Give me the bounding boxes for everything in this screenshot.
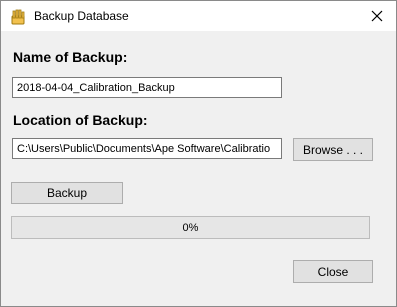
close-button[interactable]: Close bbox=[293, 260, 373, 283]
hand-database-icon bbox=[10, 8, 28, 26]
progress-percent-text: 0% bbox=[182, 221, 199, 234]
backup-button[interactable]: Backup bbox=[11, 182, 123, 204]
location-of-backup-label: Location of Backup: bbox=[13, 112, 148, 128]
name-of-backup-label: Name of Backup: bbox=[13, 49, 128, 65]
close-icon[interactable] bbox=[358, 1, 396, 31]
window-title: Backup Database bbox=[34, 9, 129, 23]
backup-progress-bar: 0% bbox=[11, 216, 370, 239]
backup-name-input[interactable]: 2018-04-04_Calibration_Backup bbox=[12, 77, 282, 98]
browse-button[interactable]: Browse . . . bbox=[293, 138, 373, 161]
backup-location-input[interactable]: C:\Users\Public\Documents\Ape Software\C… bbox=[12, 138, 282, 159]
backup-database-dialog: Backup Database Name of Backup: 2018-04-… bbox=[0, 0, 397, 307]
title-bar: Backup Database bbox=[1, 1, 396, 31]
